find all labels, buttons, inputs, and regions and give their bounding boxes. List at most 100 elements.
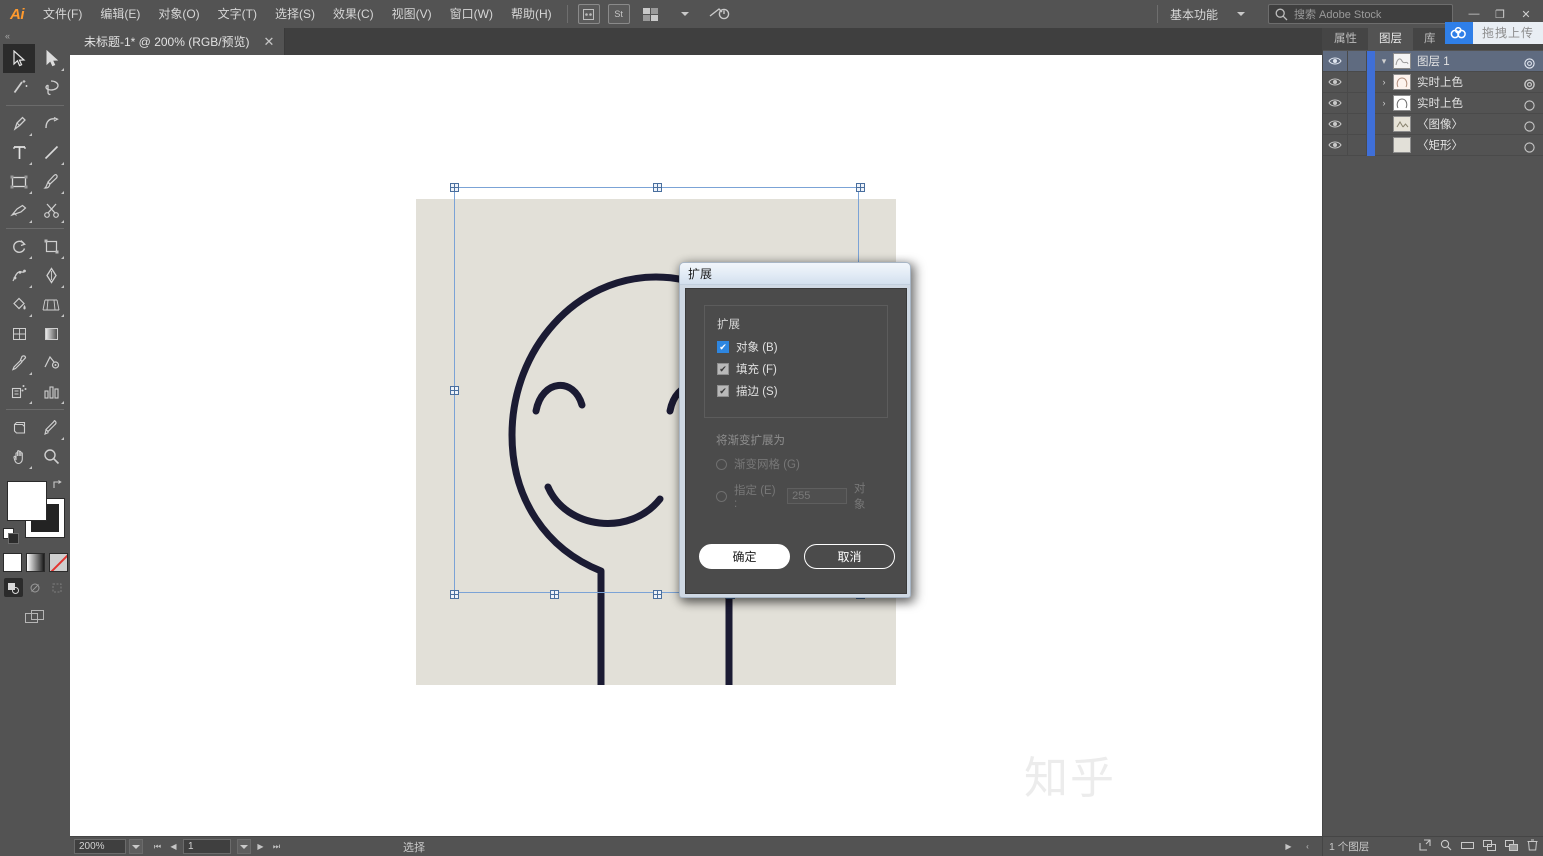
pen-tool[interactable] xyxy=(3,109,35,138)
checkbox-stroke-icon[interactable]: ✔ xyxy=(717,385,729,397)
free-transform-tool[interactable] xyxy=(35,232,67,261)
expand-dialog[interactable]: 扩展 扩展 ✔ 对象 (B) ✔ 填充 (F) ✔ 描边 (S) 将渐变扩展为 … xyxy=(679,262,911,598)
checkbox-stroke-row[interactable]: ✔ 描边 (S) xyxy=(717,383,875,399)
layer-row[interactable]: › 实时上色 xyxy=(1323,71,1543,93)
layer-name[interactable]: 图层 1 xyxy=(1417,53,1450,69)
artboard-number-input[interactable]: 1 xyxy=(183,839,231,854)
layer-name[interactable]: 实时上色 xyxy=(1417,95,1463,111)
menu-type[interactable]: 文字(T) xyxy=(209,0,266,28)
workspace-chevron-down-icon[interactable] xyxy=(1228,4,1254,24)
shaper-tool[interactable] xyxy=(3,196,35,225)
adobe-stock-icon[interactable]: St xyxy=(607,4,630,24)
target-indicator-icon[interactable] xyxy=(1524,140,1535,158)
chevron-right-icon[interactable]: › xyxy=(1375,77,1393,87)
menu-effect[interactable]: 效果(C) xyxy=(324,0,383,28)
first-artboard-button[interactable]: ⏮ xyxy=(151,839,164,854)
status-menu-icon[interactable]: ‹ xyxy=(1301,839,1314,854)
make-clipping-mask-icon[interactable] xyxy=(1461,838,1474,856)
status-next-icon[interactable]: ▶ xyxy=(1282,839,1295,854)
selection-tool[interactable] xyxy=(3,44,35,73)
column-graph-tool[interactable] xyxy=(35,377,67,406)
visibility-eye-icon[interactable] xyxy=(1323,140,1347,150)
tab-libraries[interactable]: 库 xyxy=(1413,28,1447,50)
prev-artboard-button[interactable]: ◀ xyxy=(167,839,180,854)
gradient-button[interactable] xyxy=(25,553,45,572)
none-button[interactable] xyxy=(48,553,68,572)
checkbox-fill-row[interactable]: ✔ 填充 (F) xyxy=(717,361,875,377)
visibility-eye-icon[interactable] xyxy=(1323,77,1347,87)
tab-layers[interactable]: 图层 xyxy=(1368,28,1413,50)
lasso-tool[interactable] xyxy=(35,73,67,102)
last-artboard-button[interactable]: ⏭ xyxy=(270,839,283,854)
lock-toggle[interactable] xyxy=(1347,92,1367,114)
line-segment-tool[interactable] xyxy=(35,138,67,167)
artboard-tool[interactable] xyxy=(3,413,35,442)
layer-name[interactable]: 〈图像〉 xyxy=(1417,116,1463,132)
menu-select[interactable]: 选择(S) xyxy=(266,0,324,28)
menu-window[interactable]: 窗口(W) xyxy=(441,0,502,28)
bridge-icon[interactable] xyxy=(577,4,600,24)
layer-name[interactable]: 〈矩形〉 xyxy=(1417,137,1463,153)
checkbox-object-icon[interactable]: ✔ xyxy=(717,341,729,353)
direct-selection-tool[interactable] xyxy=(35,44,67,73)
lock-toggle[interactable] xyxy=(1347,71,1367,93)
hand-tool[interactable] xyxy=(3,442,35,471)
magic-wand-tool[interactable] xyxy=(3,73,35,102)
fill-swatch[interactable] xyxy=(8,482,46,520)
ok-button[interactable]: 确定 xyxy=(699,544,790,569)
layer-row[interactable]: › 实时上色 xyxy=(1323,92,1543,114)
rotate-tool[interactable] xyxy=(3,232,35,261)
perspective-grid-tool[interactable] xyxy=(35,290,67,319)
arrange-documents-icon[interactable] xyxy=(638,4,664,24)
scissors-tool[interactable] xyxy=(35,196,67,225)
document-tab[interactable]: 未标题-1* @ 200% (RGB/预览) ✕ xyxy=(70,28,286,55)
visibility-eye-icon[interactable] xyxy=(1323,98,1347,108)
cancel-button[interactable]: 取消 xyxy=(804,544,895,569)
default-fill-stroke-icon[interactable] xyxy=(4,529,18,543)
layer-row[interactable]: ▾ 图层 1 xyxy=(1323,50,1543,72)
live-paint-bucket-tool[interactable] xyxy=(3,290,35,319)
menu-edit[interactable]: 编辑(E) xyxy=(91,0,149,28)
stock-search-input[interactable]: 搜索 Adobe Stock xyxy=(1268,4,1453,24)
workspace-name[interactable]: 基本功能 xyxy=(1164,6,1224,23)
chevron-down-icon[interactable]: ▾ xyxy=(1375,56,1393,67)
slice-tool[interactable] xyxy=(35,413,67,442)
symbol-sprayer-tool[interactable] xyxy=(3,377,35,406)
document-tab-close-icon[interactable]: ✕ xyxy=(264,34,275,50)
zoom-dropdown-icon[interactable] xyxy=(129,839,143,854)
paintbrush-tool[interactable] xyxy=(35,167,67,196)
next-artboard-button[interactable]: ▶ xyxy=(254,839,267,854)
arrange-dropdown-icon[interactable] xyxy=(672,4,698,24)
layer-name[interactable]: 实时上色 xyxy=(1417,74,1463,90)
menu-view[interactable]: 视图(V) xyxy=(383,0,441,28)
create-sublayer-icon[interactable] xyxy=(1483,838,1496,856)
create-new-layer-icon[interactable] xyxy=(1505,838,1518,856)
lock-toggle[interactable] xyxy=(1347,134,1367,156)
release-to-layers-icon[interactable] xyxy=(1419,838,1431,856)
search-adobe-icon[interactable] xyxy=(706,4,732,24)
puppet-warp-tool[interactable] xyxy=(3,261,35,290)
type-tool[interactable] xyxy=(3,138,35,167)
tab-properties[interactable]: 属性 xyxy=(1323,28,1368,50)
menu-help[interactable]: 帮助(H) xyxy=(502,0,561,28)
mesh-tool[interactable] xyxy=(3,319,35,348)
menu-object[interactable]: 对象(O) xyxy=(149,0,208,28)
color-button[interactable] xyxy=(2,553,22,572)
swap-fill-stroke-icon[interactable] xyxy=(52,479,65,492)
curvature-tool[interactable] xyxy=(35,109,67,138)
chevron-right-icon[interactable]: › xyxy=(1375,98,1393,108)
eyedropper-tool[interactable] xyxy=(3,348,35,377)
delete-selection-icon[interactable] xyxy=(1527,838,1538,856)
visibility-eye-icon[interactable] xyxy=(1323,119,1347,129)
change-screen-mode-icon[interactable] xyxy=(23,607,47,627)
lock-toggle[interactable] xyxy=(1347,50,1367,72)
draw-behind-icon[interactable] xyxy=(26,578,45,597)
zoom-level-input[interactable]: 200% xyxy=(74,839,126,854)
gradient-tool[interactable] xyxy=(35,319,67,348)
zoom-tool[interactable] xyxy=(35,442,67,471)
menu-file[interactable]: 文件(F) xyxy=(34,0,91,28)
layer-row[interactable]: 〈矩形〉 xyxy=(1323,134,1543,158)
current-tool-label[interactable]: 选择 xyxy=(403,839,425,855)
blend-tool[interactable] xyxy=(35,348,67,377)
locate-object-icon[interactable] xyxy=(1440,838,1452,856)
